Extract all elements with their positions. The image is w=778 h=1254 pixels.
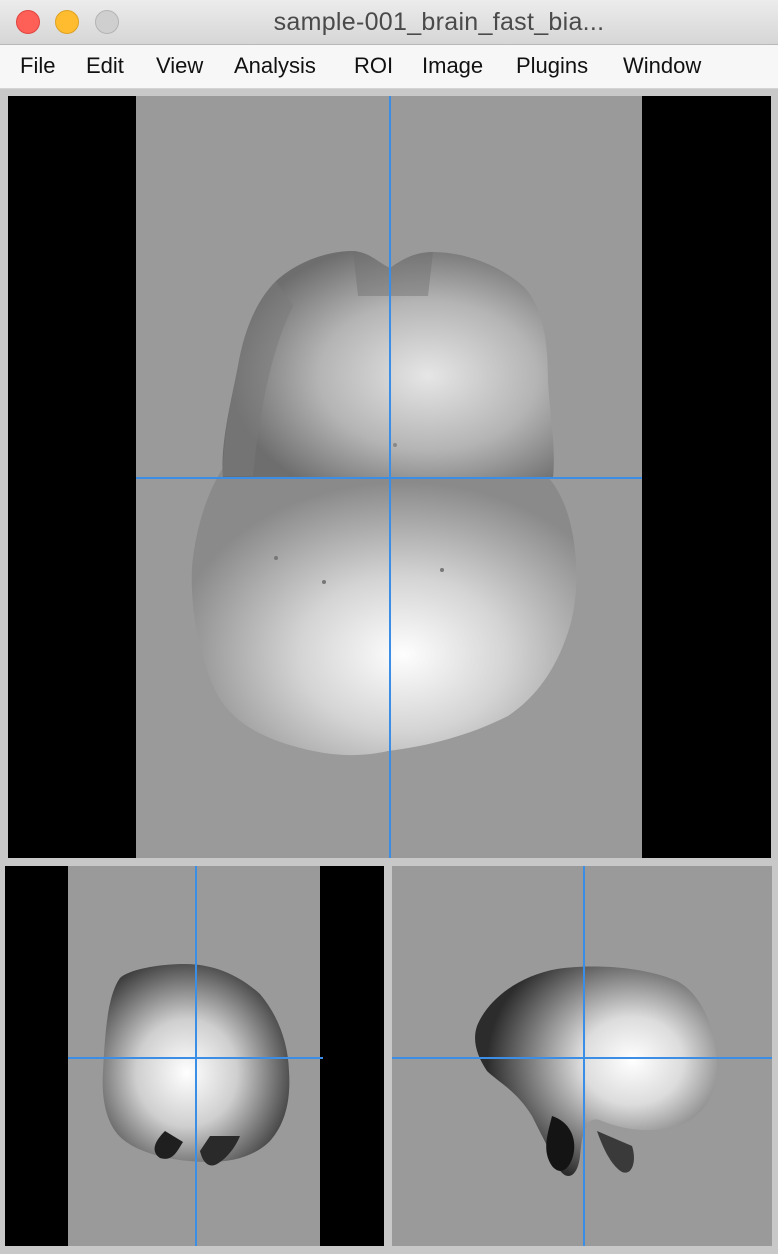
menu-analysis[interactable]: Analysis [234,53,316,79]
sagittal-view[interactable] [392,866,772,1246]
axial-speck [440,568,444,572]
window-title: sample-001_brain_fast_bia... [273,8,605,36]
menu-image[interactable]: Image [422,53,483,79]
menu-window[interactable]: Window [623,53,701,79]
menu-edit[interactable]: Edit [86,53,124,79]
coronal-image [68,866,323,1246]
menu-file[interactable]: File [20,53,55,79]
title-bar: sample-001_brain_fast_bia... [0,0,778,45]
sagittal-image [392,866,772,1246]
zoom-window-button[interactable] [95,10,119,34]
axial-image [136,96,642,858]
coronal-view[interactable] [5,866,384,1246]
menu-bar: File Edit View Analysis ROI Image Plugin… [0,45,778,89]
sagittal-stem [597,1131,634,1173]
menu-plugins[interactable]: Plugins [516,53,588,79]
close-window-button[interactable] [16,10,40,34]
menu-roi[interactable]: ROI [354,53,393,79]
menu-view[interactable]: View [156,53,203,79]
axial-speck [322,580,326,584]
axial-speck [393,443,397,447]
minimize-window-button[interactable] [55,10,79,34]
axial-view[interactable] [8,96,771,858]
axial-speck [274,556,278,560]
sagittal-brain [475,966,717,1177]
